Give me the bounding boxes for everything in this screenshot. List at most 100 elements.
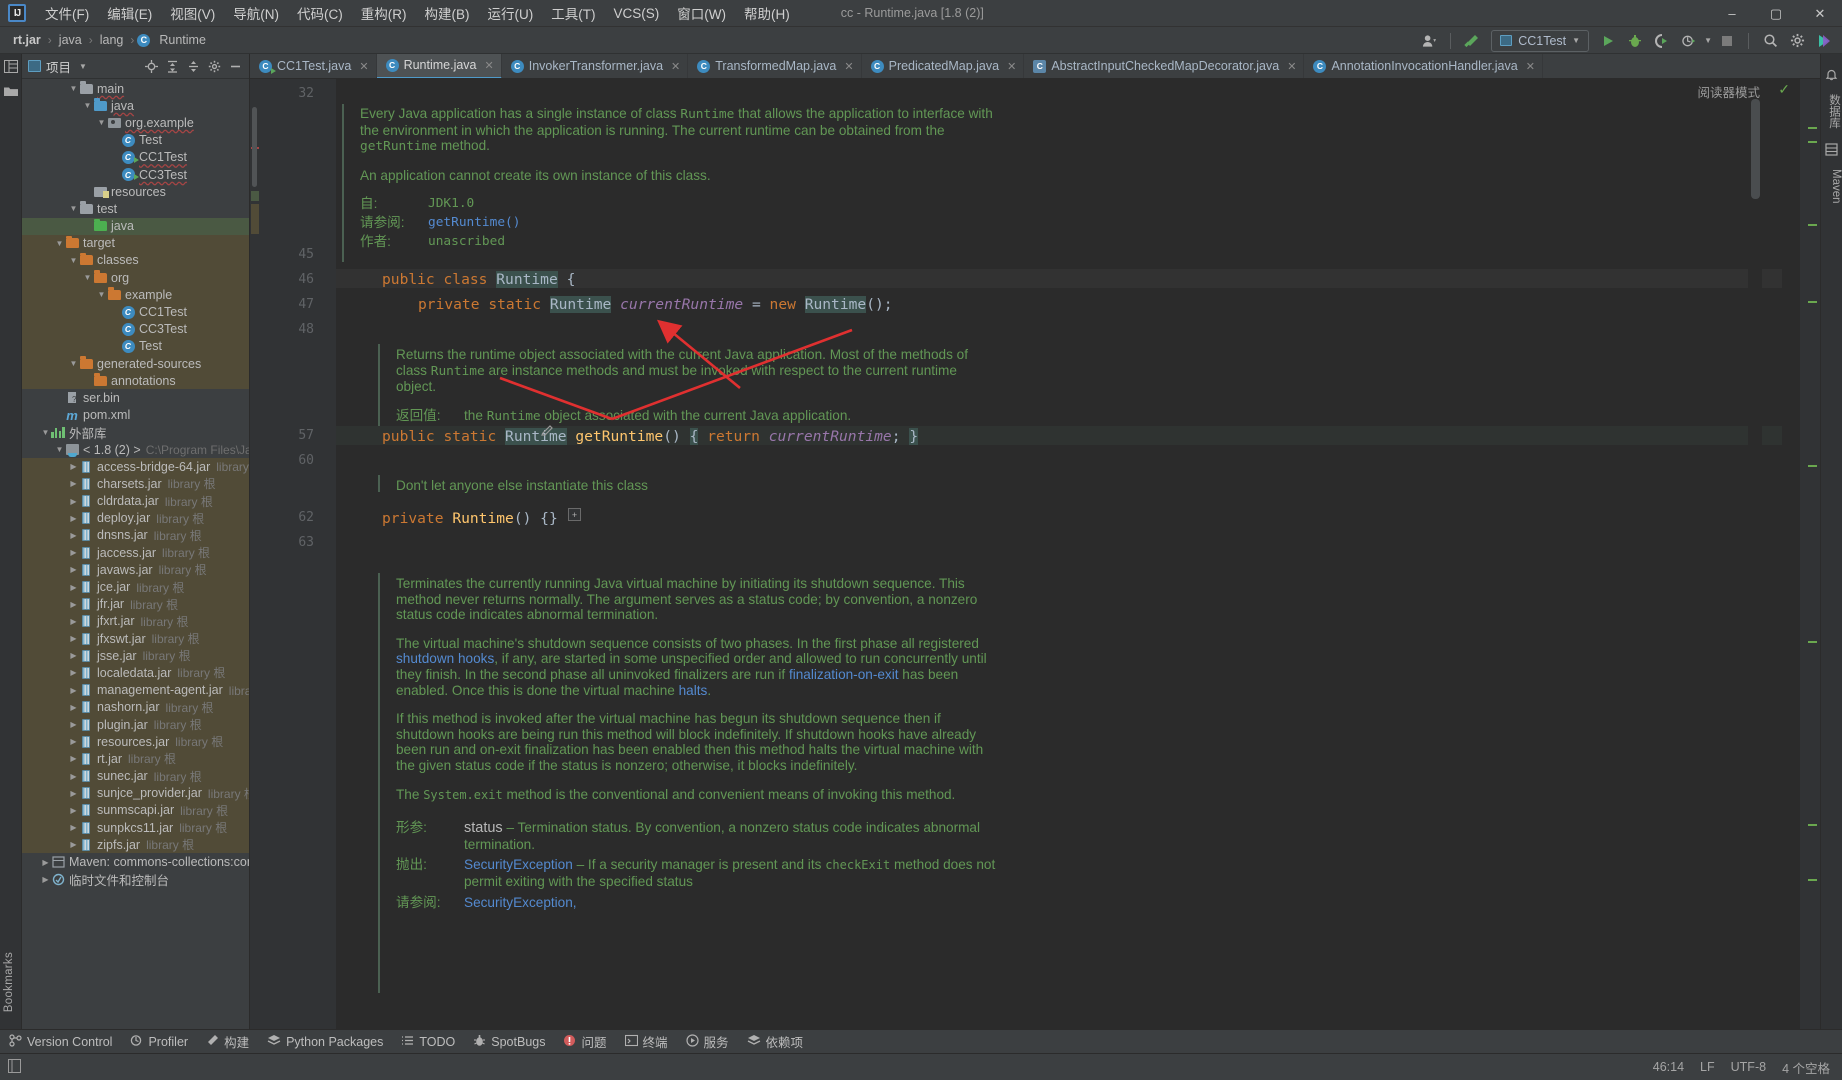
- chevron-down-icon[interactable]: ▼: [68, 256, 79, 265]
- scroll-thumb-mini[interactable]: [252, 107, 257, 187]
- tree-row[interactable]: ▼ 外部库: [22, 424, 249, 441]
- project-icon[interactable]: [3, 60, 18, 76]
- close-tab-icon[interactable]: ✕: [1007, 60, 1016, 73]
- tree-row[interactable]: ▶ jfr.jar library 根: [22, 595, 249, 613]
- code-line-field-declaration[interactable]: private static Runtime currentRuntime = …: [418, 296, 893, 313]
- search-icon[interactable]: [1758, 30, 1782, 52]
- tree-row[interactable]: ·C CC1Test: [22, 303, 249, 321]
- doc-link-securityexception[interactable]: SecurityException: [464, 857, 573, 872]
- editor-tab[interactable]: C AbstractInputCheckedMapDecorator.java ✕: [1024, 54, 1305, 78]
- doc-link-halts[interactable]: halts: [679, 683, 708, 698]
- chevron-down-icon[interactable]: ▼: [79, 62, 87, 71]
- chevron-right-icon[interactable]: ▶: [68, 497, 79, 506]
- chevron-right-icon[interactable]: ▶: [68, 720, 79, 729]
- chevron-right-icon[interactable]: ▶: [68, 772, 79, 781]
- tree-row[interactable]: ▶ javaws.jar library 根: [22, 561, 249, 579]
- chevron-right-icon[interactable]: ▶: [68, 583, 79, 592]
- menu-build[interactable]: 构建(B): [416, 0, 479, 26]
- tree-row[interactable]: ▶ nashorn.jar library 根: [22, 698, 249, 716]
- tree-row[interactable]: ▶ plugin.jar library 根: [22, 715, 249, 734]
- fold-expand-icon[interactable]: +: [568, 508, 581, 521]
- run-icon[interactable]: [1596, 30, 1620, 52]
- chevron-down-icon[interactable]: ▼: [68, 204, 79, 213]
- chevron-right-icon[interactable]: ▶: [68, 651, 79, 660]
- tree-row[interactable]: · resources: [22, 183, 249, 200]
- menu-window[interactable]: 窗口(W): [668, 0, 735, 26]
- collapse-all-icon[interactable]: [184, 57, 203, 76]
- project-panel-title[interactable]: 项目: [46, 57, 71, 76]
- chevron-right-icon[interactable]: ▶: [40, 875, 51, 884]
- tree-row[interactable]: ▼ org: [22, 269, 249, 287]
- close-tab-icon[interactable]: ✕: [485, 59, 494, 72]
- profiler-icon[interactable]: [1677, 30, 1701, 52]
- breadcrumb-package-lang[interactable]: lang: [96, 31, 128, 49]
- folder-icon[interactable]: [3, 85, 18, 100]
- tree-row[interactable]: ▶ cldrdata.jar library 根: [22, 492, 249, 510]
- file-encoding[interactable]: UTF-8: [1731, 1060, 1766, 1074]
- menu-file[interactable]: 文件(F): [36, 0, 98, 26]
- chevron-right-icon[interactable]: ▶: [68, 462, 79, 471]
- tree-row[interactable]: ▶ jsse.jar library 根: [22, 647, 249, 665]
- tree-row[interactable]: ▶ management-agent.jar library 根: [22, 681, 249, 699]
- settings-gear-icon[interactable]: [1785, 30, 1809, 52]
- tree-row[interactable]: ▶ jfxrt.jar library 根: [22, 612, 249, 630]
- chevron-down-icon[interactable]: ▼: [68, 359, 79, 368]
- tree-row[interactable]: ▶ dnsns.jar library 根: [22, 526, 249, 545]
- editor-tab[interactable]: C InvokerTransformer.java ✕: [502, 54, 689, 78]
- chevron-right-icon[interactable]: ▶: [68, 823, 79, 832]
- tree-row[interactable]: ▼ generated-sources: [22, 355, 249, 373]
- settings-gear-icon[interactable]: [205, 57, 224, 76]
- tree-row[interactable]: ·C CC3Test: [22, 166, 249, 183]
- bottom-tool-终端[interactable]: 终端: [616, 1030, 677, 1053]
- chevron-right-icon[interactable]: ▶: [68, 565, 79, 574]
- chevron-right-icon[interactable]: ▶: [68, 479, 79, 488]
- menu-refactor[interactable]: 重构(R): [352, 0, 416, 26]
- tree-row[interactable]: ▶ rt.jar library 根: [22, 750, 249, 768]
- editor-tabs[interactable]: C CC1Test.java ✕ C Runtime.java ✕ C InvokerTran…: [250, 54, 1820, 79]
- chevron-right-icon[interactable]: ▶: [68, 617, 79, 626]
- tree-row[interactable]: · annotations: [22, 372, 249, 390]
- bottom-tool-profiler[interactable]: Profiler: [121, 1032, 197, 1052]
- editor-error-stripe[interactable]: [1800, 79, 1820, 1060]
- close-tab-icon[interactable]: ✕: [671, 60, 680, 73]
- chevron-down-icon[interactable]: ▼: [82, 273, 93, 282]
- tree-row[interactable]: ▶ sunec.jar library 根: [22, 767, 249, 785]
- chevron-right-icon[interactable]: ▶: [68, 531, 79, 540]
- bottom-tool-spotbugs[interactable]: SpotBugs: [464, 1032, 554, 1052]
- chevron-right-icon[interactable]: ▶: [68, 737, 79, 746]
- chevron-down-icon[interactable]: ▼: [40, 428, 51, 437]
- chevron-right-icon[interactable]: ▶: [68, 668, 79, 677]
- tree-row[interactable]: ▶ localedata.jar library 根: [22, 664, 249, 682]
- menu-navigate[interactable]: 导航(N): [224, 0, 288, 26]
- doc-see-link[interactable]: getRuntime(): [428, 215, 520, 231]
- bottom-tool-todo[interactable]: TODO: [392, 1032, 464, 1052]
- chevron-down-icon[interactable]: ▼: [68, 84, 79, 93]
- editor-tab[interactable]: C PredicatedMap.java ✕: [862, 54, 1025, 78]
- chevron-right-icon[interactable]: ▶: [68, 840, 79, 849]
- close-tab-icon[interactable]: ✕: [1526, 60, 1535, 73]
- tree-row[interactable]: ▶ sunjce_provider.jar library 根: [22, 784, 249, 802]
- debug-icon[interactable]: [1623, 30, 1647, 52]
- bottom-tool-依赖项[interactable]: 依赖项: [738, 1030, 813, 1053]
- chevron-right-icon[interactable]: ▶: [68, 686, 79, 695]
- bottom-tool-问题[interactable]: 问题: [554, 1030, 615, 1053]
- editor-scrollbar[interactable]: [1748, 79, 1762, 1060]
- doc-link-shutdown-hooks[interactable]: shutdown hooks: [396, 651, 494, 666]
- menu-view[interactable]: 视图(V): [161, 0, 224, 26]
- line-separator[interactable]: LF: [1700, 1060, 1715, 1074]
- tree-row[interactable]: ·C Test: [22, 132, 249, 149]
- menu-vcs[interactable]: VCS(S): [605, 3, 669, 24]
- tree-row[interactable]: · java: [22, 217, 249, 235]
- tree-row[interactable]: ▼ main: [22, 80, 249, 97]
- layout-icon[interactable]: [8, 1058, 21, 1076]
- run-coverage-icon[interactable]: [1650, 30, 1674, 52]
- ai-assistant-icon[interactable]: [1812, 30, 1836, 52]
- bottom-tool-version-control[interactable]: Version Control: [0, 1032, 121, 1052]
- code-editor[interactable]: 32 45 46 47 48 57 60 62 63 Every Java ap…: [250, 79, 1820, 1060]
- notifications-icon[interactable]: [1821, 68, 1842, 84]
- chevron-right-icon[interactable]: ▶: [68, 806, 79, 815]
- tree-row[interactable]: ▶ sunmscapi.jar library 根: [22, 801, 249, 820]
- chevron-right-icon[interactable]: ▶: [68, 634, 79, 643]
- tree-row[interactable]: ▶ zipfs.jar library 根: [22, 836, 249, 854]
- chevron-down-icon[interactable]: ▼: [96, 118, 107, 127]
